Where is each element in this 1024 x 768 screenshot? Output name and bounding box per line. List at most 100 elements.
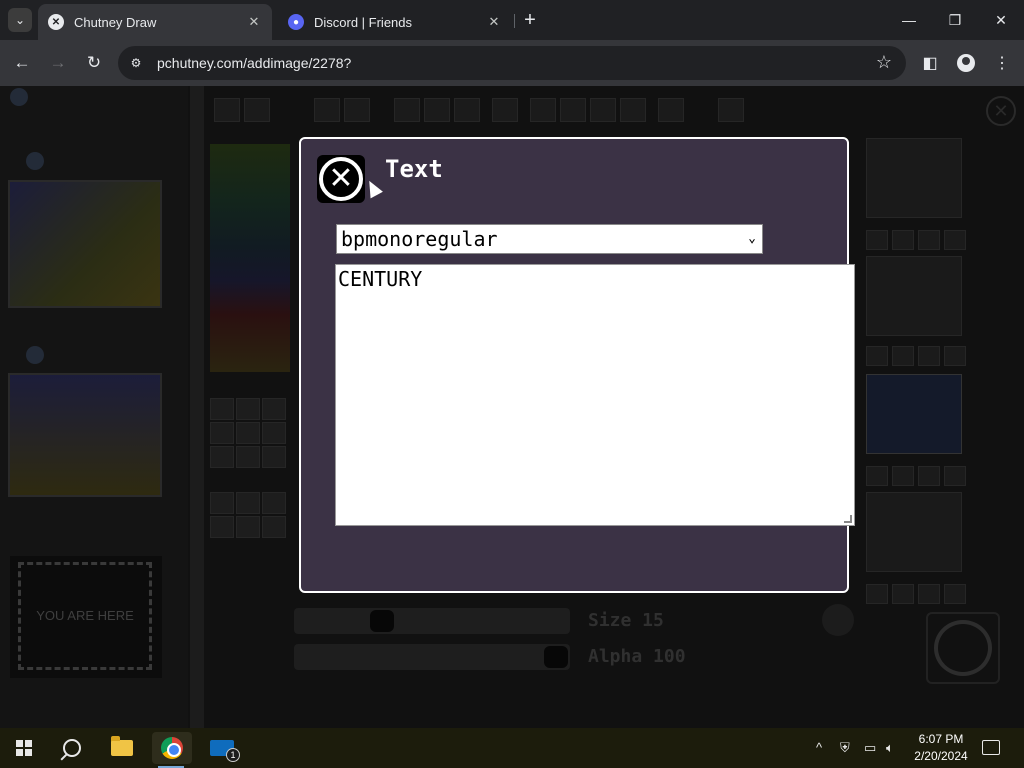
alpha-slider-knob[interactable]: [544, 646, 568, 668]
close-icon: ✕: [319, 157, 363, 201]
url-text[interactable]: pchutney.com/addimage/2278?: [157, 55, 351, 71]
rotate-icon[interactable]: [590, 98, 616, 122]
close-icon[interactable]: ✕: [486, 14, 502, 30]
security-icon[interactable]: ⛨: [840, 740, 850, 756]
layer-button[interactable]: [944, 584, 966, 604]
tool-button[interactable]: [210, 516, 234, 538]
radio-dot[interactable]: [26, 152, 44, 170]
mail-taskbar-button[interactable]: 1: [202, 732, 242, 764]
tool-button[interactable]: [236, 398, 260, 420]
tool-button[interactable]: [210, 398, 234, 420]
layer-button[interactable]: [892, 466, 914, 486]
layer-thumbnail[interactable]: [866, 138, 962, 218]
alpha-slider[interactable]: [294, 644, 570, 670]
image-thumbnail[interactable]: [8, 373, 162, 497]
layer-button[interactable]: [944, 466, 966, 486]
layer-button[interactable]: [918, 584, 940, 604]
fill-icon[interactable]: [718, 98, 744, 122]
layer-button[interactable]: [918, 346, 940, 366]
back-icon[interactable]: ←: [8, 49, 36, 77]
size-slider[interactable]: [294, 608, 570, 634]
radio-dot[interactable]: [10, 88, 28, 106]
flip-icon[interactable]: [492, 98, 518, 122]
avatar: [957, 54, 975, 72]
maximize-button[interactable]: ❐: [932, 0, 978, 40]
tool-button[interactable]: [262, 398, 286, 420]
layer-button[interactable]: [892, 230, 914, 250]
layer-button[interactable]: [866, 230, 888, 250]
address-bar[interactable]: ⚙ pchutney.com/addimage/2278? ☆: [118, 46, 906, 80]
color-preview-button[interactable]: [822, 604, 854, 636]
layer-button[interactable]: [944, 346, 966, 366]
layer-button[interactable]: [866, 466, 888, 486]
tool-button[interactable]: [236, 516, 260, 538]
app-close-icon[interactable]: ✕: [986, 96, 1016, 126]
network-icon[interactable]: ▭: [864, 740, 876, 756]
layer-button[interactable]: [918, 230, 940, 250]
undo-icon[interactable]: [314, 98, 340, 122]
confirm-button[interactable]: [926, 612, 1000, 684]
tab-chutney-draw[interactable]: ✕ Chutney Draw ✕: [38, 4, 272, 40]
tab-discord[interactable]: ● Discord | Friends ✕: [278, 4, 512, 40]
resize-handle[interactable]: [844, 515, 852, 523]
minimize-button[interactable]: —: [886, 0, 932, 40]
tool-button[interactable]: [210, 446, 234, 468]
layer-button[interactable]: [944, 230, 966, 250]
chrome-taskbar-button[interactable]: [152, 732, 192, 764]
side-panel-icon[interactable]: ◧: [916, 49, 944, 77]
tool-button[interactable]: [210, 422, 234, 444]
tool-button[interactable]: [262, 516, 286, 538]
zoom-in-icon[interactable]: [424, 98, 450, 122]
crop-icon[interactable]: [620, 98, 646, 122]
forward-icon[interactable]: →: [44, 49, 72, 77]
text-input[interactable]: CENTURY: [335, 264, 855, 526]
layer-button[interactable]: [866, 346, 888, 366]
tool-button[interactable]: [262, 446, 286, 468]
grid-icon[interactable]: [244, 98, 270, 122]
move-icon[interactable]: [454, 98, 480, 122]
color-palette[interactable]: [210, 144, 290, 372]
layer-button[interactable]: [892, 584, 914, 604]
tool-button[interactable]: [236, 422, 260, 444]
start-button[interactable]: [4, 732, 44, 764]
text-dialog: ✕ Text bpmonoregular ⌄ CENTURY: [299, 137, 855, 593]
new-tab-button[interactable]: +: [520, 10, 540, 30]
file-explorer-button[interactable]: [102, 732, 142, 764]
layer-button[interactable]: [918, 466, 940, 486]
tool-button[interactable]: [236, 446, 260, 468]
save-icon[interactable]: [214, 98, 240, 122]
gallery-scrollbar[interactable]: [190, 86, 204, 728]
reload-icon[interactable]: ↻: [80, 49, 108, 77]
search-button[interactable]: [52, 732, 92, 764]
volume-icon[interactable]: 🔈︎: [886, 740, 894, 756]
close-window-button[interactable]: ✕: [978, 0, 1024, 40]
close-icon[interactable]: ✕: [246, 14, 262, 30]
tool-button[interactable]: [236, 492, 260, 514]
bookmark-star-icon[interactable]: ☆: [876, 52, 892, 73]
layer-button[interactable]: [892, 346, 914, 366]
clock[interactable]: 6:07 PM 2/20/2024: [910, 731, 972, 765]
close-dialog-button[interactable]: ✕: [317, 155, 365, 203]
resize-icon[interactable]: [560, 98, 586, 122]
profile-button[interactable]: [952, 49, 980, 77]
align-icon[interactable]: [530, 98, 556, 122]
redo-icon[interactable]: [344, 98, 370, 122]
layer-thumbnail[interactable]: [866, 256, 962, 336]
tool-button[interactable]: [262, 422, 286, 444]
text-tool-icon[interactable]: [658, 98, 684, 122]
notifications-icon[interactable]: [982, 740, 1000, 755]
layer-button[interactable]: [866, 584, 888, 604]
tool-button[interactable]: [210, 492, 234, 514]
tool-button[interactable]: [262, 492, 286, 514]
font-select[interactable]: bpmonoregular ⌄: [336, 224, 763, 254]
chevron-up-icon[interactable]: ^: [816, 740, 822, 755]
zoom-out-icon[interactable]: [394, 98, 420, 122]
menu-kebab-icon[interactable]: ⋮: [988, 49, 1016, 77]
size-slider-knob[interactable]: [370, 610, 394, 632]
site-info-icon[interactable]: ⚙: [128, 55, 144, 71]
layer-thumbnail[interactable]: [866, 374, 962, 454]
image-thumbnail[interactable]: [8, 180, 162, 308]
layer-thumbnail[interactable]: [866, 492, 962, 572]
tab-search-button[interactable]: ⌄: [8, 8, 32, 32]
radio-dot[interactable]: [26, 346, 44, 364]
